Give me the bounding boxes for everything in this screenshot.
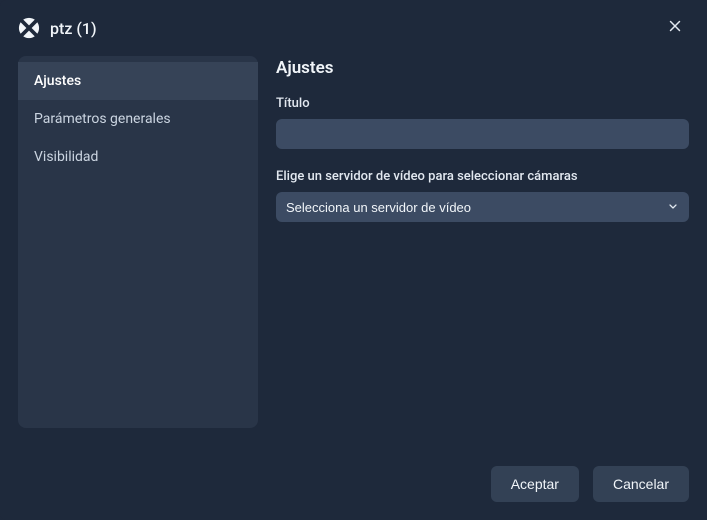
- sidebar-item-label: Visibilidad: [34, 149, 98, 165]
- sidebar-item-visibilidad[interactable]: Visibilidad: [18, 138, 258, 176]
- dialog: ptz (1) Ajustes Parámetros generales Vis…: [0, 0, 707, 520]
- content-panel: Ajustes Título Elige un servidor de víde…: [276, 56, 689, 450]
- sidebar-item-parametros[interactable]: Parámetros generales: [18, 100, 258, 138]
- dialog-title: ptz (1): [50, 19, 651, 38]
- sidebar-item-ajustes[interactable]: Ajustes: [18, 62, 258, 100]
- title-field-label: Título: [276, 96, 689, 111]
- dialog-footer: Aceptar Cancelar: [0, 450, 707, 520]
- cancel-button[interactable]: Cancelar: [593, 466, 689, 502]
- close-icon: [666, 17, 684, 39]
- close-button[interactable]: [661, 14, 689, 42]
- sidebar-item-label: Ajustes: [34, 73, 81, 89]
- sidebar: Ajustes Parámetros generales Visibilidad: [18, 56, 258, 428]
- server-select-wrap: Selecciona un servidor de vídeo: [276, 192, 689, 222]
- sidebar-item-label: Parámetros generales: [34, 111, 171, 127]
- app-logo-icon: [18, 17, 40, 39]
- content-heading: Ajustes: [276, 58, 689, 78]
- server-field-label: Elige un servidor de vídeo para seleccio…: [276, 169, 689, 184]
- dialog-header: ptz (1): [0, 0, 707, 56]
- title-input[interactable]: [276, 119, 689, 149]
- dialog-body: Ajustes Parámetros generales Visibilidad…: [0, 56, 707, 450]
- server-select[interactable]: Selecciona un servidor de vídeo: [276, 192, 689, 222]
- accept-button[interactable]: Aceptar: [491, 466, 579, 502]
